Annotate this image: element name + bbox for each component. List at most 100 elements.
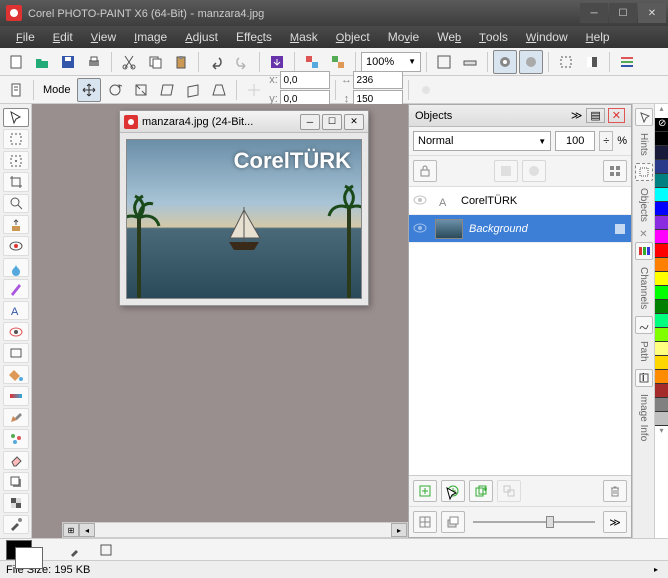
print-button[interactable] xyxy=(82,50,106,74)
eyedropper-bottom[interactable] xyxy=(64,538,88,562)
group-button[interactable] xyxy=(497,480,521,502)
hints-tab[interactable] xyxy=(635,108,653,126)
zoom-tool[interactable] xyxy=(3,194,29,213)
color-swatch[interactable] xyxy=(655,230,668,244)
pick-prop-button[interactable] xyxy=(4,78,28,102)
visibility-icon[interactable] xyxy=(413,193,429,209)
interactive-fill-tool[interactable] xyxy=(3,386,29,405)
canvas-hscrollbar[interactable]: ⊞ ◂ ▸ xyxy=(62,522,408,538)
redeye2-tool[interactable] xyxy=(3,322,29,341)
crop-tool[interactable] xyxy=(3,172,29,191)
fg-bg-swatch[interactable] xyxy=(6,540,32,560)
color-swatch[interactable]: ⊘ xyxy=(655,118,668,132)
maximize-button[interactable]: ☐ xyxy=(609,3,637,23)
rectangle-tool[interactable] xyxy=(3,343,29,362)
menu-image[interactable]: Image xyxy=(126,28,175,46)
color-swatch[interactable] xyxy=(655,356,668,370)
transparency-tool[interactable] xyxy=(3,493,29,512)
undo-button[interactable] xyxy=(204,50,228,74)
delete-button[interactable] xyxy=(603,480,627,502)
layer-item[interactable]: A CorelTÜRK xyxy=(409,187,631,215)
imageinfo-tab[interactable]: i xyxy=(635,369,653,387)
color-swatch[interactable] xyxy=(655,174,668,188)
save-button[interactable] xyxy=(56,50,80,74)
menu-object[interactable]: Object xyxy=(328,28,378,46)
doc-close-button[interactable]: ✕ xyxy=(344,114,364,130)
channels-tab[interactable] xyxy=(635,242,653,260)
color-swatch[interactable] xyxy=(655,370,668,384)
opacity-input[interactable]: 100 xyxy=(555,131,595,151)
mode-perspective-button[interactable] xyxy=(207,78,231,102)
scroll-left-button[interactable]: ◂ xyxy=(79,523,95,537)
show-mask-button[interactable] xyxy=(493,50,517,74)
redeye-tool[interactable] xyxy=(3,236,29,255)
export-button[interactable] xyxy=(326,50,350,74)
show-object-button[interactable] xyxy=(519,50,543,74)
color-swatch[interactable] xyxy=(655,398,668,412)
reset-colors-button[interactable] xyxy=(94,538,118,562)
color-swatch[interactable] xyxy=(655,146,668,160)
canvas-area[interactable]: manzara4.jpg (24-Bit... ─ ☐ ✕ CorelTÜRK … xyxy=(32,104,408,538)
combine-button[interactable] xyxy=(413,511,437,533)
menu-icon[interactable]: ▤ xyxy=(586,108,604,123)
expand-button[interactable]: ≫ xyxy=(603,511,627,533)
color-swatch[interactable] xyxy=(655,342,668,356)
eyedropper-tool[interactable] xyxy=(3,515,29,534)
pos-anchor-button[interactable] xyxy=(242,78,266,102)
new-object-button[interactable] xyxy=(413,480,437,502)
imageinfo-label[interactable]: Image Info xyxy=(635,389,652,446)
mode-skew-button[interactable] xyxy=(155,78,179,102)
menu-view[interactable]: View xyxy=(83,28,124,46)
objects-tab[interactable] xyxy=(635,163,653,181)
palette-up-button[interactable]: ▴ xyxy=(655,104,668,118)
color-swatch[interactable] xyxy=(655,314,668,328)
channels-label[interactable]: Channels xyxy=(635,262,652,314)
doc-minimize-button[interactable]: ─ xyxy=(300,114,320,130)
color-swatch[interactable] xyxy=(655,384,668,398)
mode-distort-button[interactable] xyxy=(181,78,205,102)
panel-close-button[interactable]: ✕ xyxy=(608,108,625,123)
zoom-combo[interactable]: 100%▼ xyxy=(361,52,421,72)
layer-item[interactable]: Background xyxy=(409,215,631,243)
color-swatch[interactable] xyxy=(655,188,668,202)
text-tool[interactable]: A xyxy=(3,301,29,320)
clone-tool[interactable] xyxy=(3,215,29,234)
color-swatch[interactable] xyxy=(655,202,668,216)
redo-button[interactable] xyxy=(230,50,254,74)
opacity-slider[interactable] xyxy=(473,521,595,523)
color-swatch[interactable] xyxy=(655,412,668,426)
mode-rotate-button[interactable] xyxy=(103,78,127,102)
scroll-right-button[interactable]: ▸ xyxy=(391,523,407,537)
liquid-tool[interactable] xyxy=(3,258,29,277)
fill-tool[interactable] xyxy=(3,365,29,384)
menu-web[interactable]: Web xyxy=(429,28,469,46)
fullscreen-button[interactable] xyxy=(432,50,456,74)
color-swatch[interactable] xyxy=(655,216,668,230)
thumbnail-options-button[interactable] xyxy=(603,160,627,182)
copy-button[interactable] xyxy=(143,50,167,74)
options-button[interactable] xyxy=(615,50,639,74)
invert-mask-button[interactable] xyxy=(580,50,604,74)
mask-transform-tool[interactable] xyxy=(3,151,29,170)
color-swatch[interactable] xyxy=(655,160,668,174)
path-tab[interactable] xyxy=(635,316,653,334)
collapse-icon[interactable]: ≫ xyxy=(571,109,583,122)
rulers-button[interactable] xyxy=(458,50,482,74)
mask-rect-tool[interactable] xyxy=(3,129,29,148)
document-window[interactable]: manzara4.jpg (24-Bit... ─ ☐ ✕ CorelTÜRK xyxy=(119,110,369,306)
order-button[interactable] xyxy=(441,511,465,533)
paint-tool[interactable] xyxy=(3,408,29,427)
menu-file[interactable]: File xyxy=(8,28,43,46)
cut-button[interactable] xyxy=(117,50,141,74)
objects-label[interactable]: Objects xyxy=(635,183,652,227)
menu-window[interactable]: Window xyxy=(518,28,576,46)
menu-effects[interactable]: Effects xyxy=(228,28,280,46)
width-input[interactable]: 236 xyxy=(353,71,403,89)
menu-edit[interactable]: Edit xyxy=(45,28,81,46)
mode-scale-button[interactable] xyxy=(129,78,153,102)
palette-down-button[interactable]: ▾ xyxy=(655,426,668,440)
menu-tools[interactable]: Tools xyxy=(471,28,516,46)
color-swatch[interactable] xyxy=(655,286,668,300)
doc-maximize-button[interactable]: ☐ xyxy=(322,114,342,130)
import-button[interactable] xyxy=(265,50,289,74)
